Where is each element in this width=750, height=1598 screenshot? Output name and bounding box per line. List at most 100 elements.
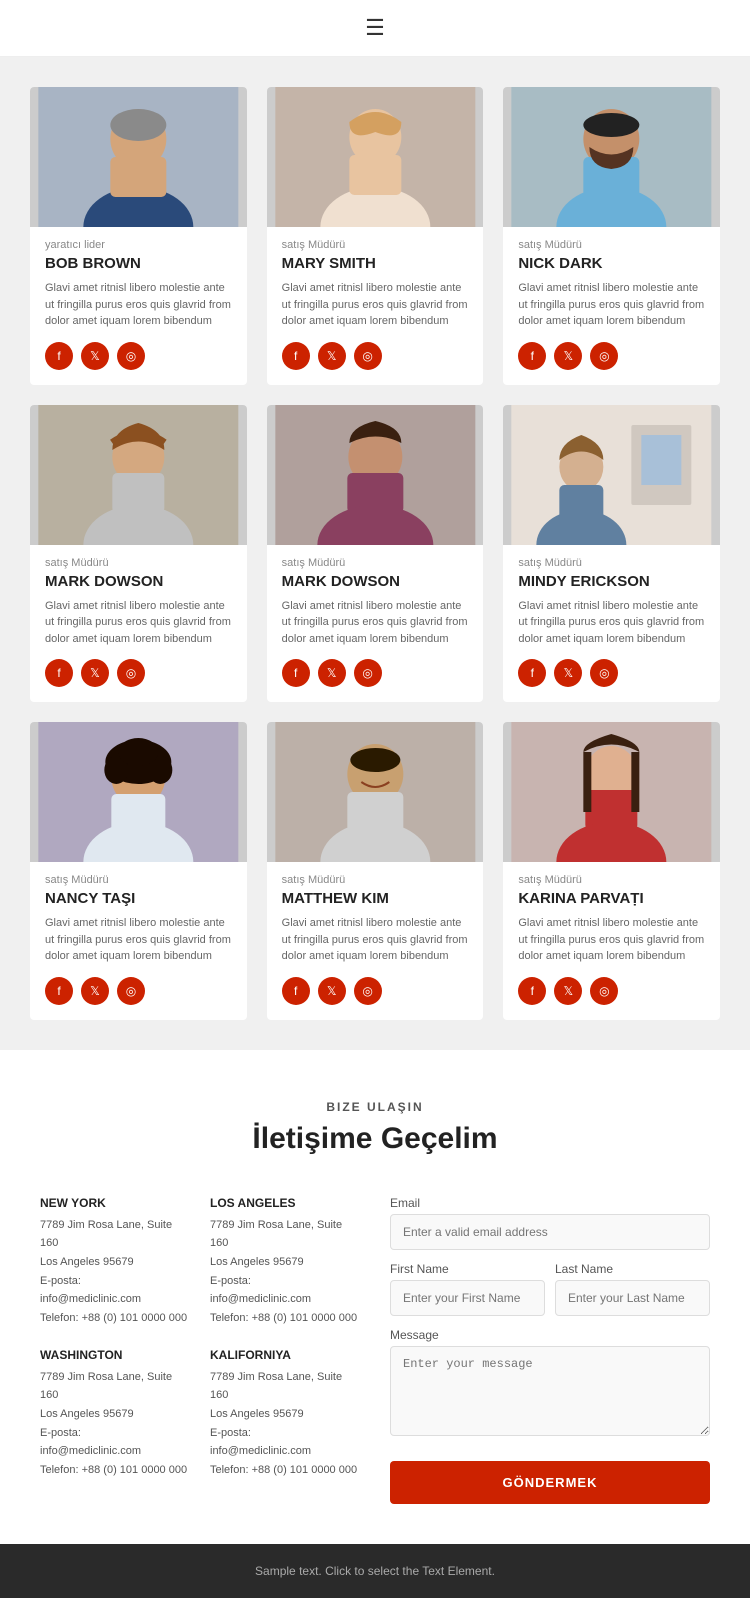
team-card-image-nancy-tasi xyxy=(30,722,247,862)
instagram-icon-nick-dark[interactable]: ◎ xyxy=(590,342,618,370)
team-role-mark-dowson-2: satış Müdürü xyxy=(282,557,469,569)
contact-content: NEW YORK 7789 Jim Rosa Lane, Suite 160Lo… xyxy=(40,1196,710,1504)
first-name-input[interactable] xyxy=(390,1280,545,1316)
team-socials-nancy-tasi: f 𝕏 ◎ xyxy=(30,977,247,1005)
facebook-icon-matthew-kim[interactable]: f xyxy=(282,977,310,1005)
team-role-karina-parvati: satış Müdürü xyxy=(518,874,705,886)
team-card-mark-dowson-1: satış Müdürü MARK DOWSON Glavi amet ritn… xyxy=(30,405,247,703)
instagram-icon-bob-brown[interactable]: ◎ xyxy=(117,342,145,370)
message-input[interactable] xyxy=(390,1346,710,1436)
team-section: yaratıcı lider BOB BROWN Glavi amet ritn… xyxy=(0,57,750,1050)
facebook-icon-mary-smith[interactable]: f xyxy=(282,342,310,370)
address-block-washington: WASHINGTON 7789 Jim Rosa Lane, Suite 160… xyxy=(40,1348,190,1480)
address-text: 7789 Jim Rosa Lane, Suite 160Los Angeles… xyxy=(40,1368,190,1480)
instagram-icon-mindy-erickson[interactable]: ◎ xyxy=(590,659,618,687)
address-city: NEW YORK xyxy=(40,1196,190,1210)
facebook-icon-mindy-erickson[interactable]: f xyxy=(518,659,546,687)
team-card-nick-dark: satış Müdürü NICK DARK Glavi amet ritnis… xyxy=(503,87,720,385)
team-desc-mary-smith: Glavi amet ritnisl libero molestie ante … xyxy=(282,280,469,330)
contact-section: BIZE ULAŞIN İletişime Geçelim NEW YORK 7… xyxy=(0,1050,750,1544)
team-card-body-bob-brown: yaratıcı lider BOB BROWN Glavi amet ritn… xyxy=(30,227,247,330)
team-name-mindy-erickson: MINDY ERICKSON xyxy=(518,573,705,590)
team-role-mindy-erickson: satış Müdürü xyxy=(518,557,705,569)
address-city: KALIFORNIYA xyxy=(210,1348,360,1362)
name-row: First Name Last Name xyxy=(390,1262,710,1316)
message-label: Message xyxy=(390,1328,710,1342)
contact-form: Email First Name Last Name Message GÖNDE… xyxy=(390,1196,710,1504)
team-name-nick-dark: NICK DARK xyxy=(518,255,705,272)
twitter-icon-karina-parvati[interactable]: 𝕏 xyxy=(554,977,582,1005)
address-block-kaliforniya: KALIFORNIYA 7789 Jim Rosa Lane, Suite 16… xyxy=(210,1348,360,1480)
team-socials-matthew-kim: f 𝕏 ◎ xyxy=(267,977,484,1005)
instagram-icon-karina-parvati[interactable]: ◎ xyxy=(590,977,618,1005)
submit-button[interactable]: GÖNDERMEK xyxy=(390,1461,710,1504)
team-card-image-bob-brown xyxy=(30,87,247,227)
instagram-icon-mark-dowson-1[interactable]: ◎ xyxy=(117,659,145,687)
team-socials-mark-dowson-1: f 𝕏 ◎ xyxy=(30,659,247,687)
instagram-icon-mary-smith[interactable]: ◎ xyxy=(354,342,382,370)
team-socials-mary-smith: f 𝕏 ◎ xyxy=(267,342,484,370)
last-name-input[interactable] xyxy=(555,1280,710,1316)
instagram-icon-matthew-kim[interactable]: ◎ xyxy=(354,977,382,1005)
team-card-image-mary-smith xyxy=(267,87,484,227)
team-desc-mark-dowson-2: Glavi amet ritnisl libero molestie ante … xyxy=(282,598,469,648)
facebook-icon-nick-dark[interactable]: f xyxy=(518,342,546,370)
twitter-icon-bob-brown[interactable]: 𝕏 xyxy=(81,342,109,370)
message-group: Message xyxy=(390,1328,710,1441)
contact-title: İletişime Geçelim xyxy=(40,1122,710,1156)
team-card-nancy-tasi: satış Müdürü NANCY TAŞI Glavi amet ritni… xyxy=(30,722,247,1020)
first-name-label: First Name xyxy=(390,1262,545,1276)
twitter-icon-mary-smith[interactable]: 𝕏 xyxy=(318,342,346,370)
email-label: Email xyxy=(390,1196,710,1210)
team-card-image-matthew-kim xyxy=(267,722,484,862)
team-card-karina-parvati: satış Müdürü KARINA PARVAṬI Glavi amet r… xyxy=(503,722,720,1020)
team-role-mary-smith: satış Müdürü xyxy=(282,239,469,251)
team-name-bob-brown: BOB BROWN xyxy=(45,255,232,272)
team-card-mark-dowson-2: satış Müdürü MARK DOWSON Glavi amet ritn… xyxy=(267,405,484,703)
twitter-icon-mindy-erickson[interactable]: 𝕏 xyxy=(554,659,582,687)
team-name-mary-smith: MARY SMITH xyxy=(282,255,469,272)
instagram-icon-mark-dowson-2[interactable]: ◎ xyxy=(354,659,382,687)
team-card-matthew-kim: satış Müdürü MATTHEW KIM Glavi amet ritn… xyxy=(267,722,484,1020)
team-desc-karina-parvati: Glavi amet ritnisl libero molestie ante … xyxy=(518,915,705,965)
team-card-body-matthew-kim: satış Müdürü MATTHEW KIM Glavi amet ritn… xyxy=(267,862,484,965)
twitter-icon-mark-dowson-2[interactable]: 𝕏 xyxy=(318,659,346,687)
team-name-matthew-kim: MATTHEW KIM xyxy=(282,890,469,907)
twitter-icon-mark-dowson-1[interactable]: 𝕏 xyxy=(81,659,109,687)
twitter-icon-matthew-kim[interactable]: 𝕏 xyxy=(318,977,346,1005)
team-desc-nick-dark: Glavi amet ritnisl libero molestie ante … xyxy=(518,280,705,330)
twitter-icon-nancy-tasi[interactable]: 𝕏 xyxy=(81,977,109,1005)
email-input[interactable] xyxy=(390,1214,710,1250)
twitter-icon-nick-dark[interactable]: 𝕏 xyxy=(554,342,582,370)
facebook-icon-mark-dowson-1[interactable]: f xyxy=(45,659,73,687)
address-grid: NEW YORK 7789 Jim Rosa Lane, Suite 160Lo… xyxy=(40,1196,360,1480)
team-socials-bob-brown: f 𝕏 ◎ xyxy=(30,342,247,370)
facebook-icon-nancy-tasi[interactable]: f xyxy=(45,977,73,1005)
team-card-body-nancy-tasi: satış Müdürü NANCY TAŞI Glavi amet ritni… xyxy=(30,862,247,965)
team-card-image-nick-dark xyxy=(503,87,720,227)
team-card-bob-brown: yaratıcı lider BOB BROWN Glavi amet ritn… xyxy=(30,87,247,385)
facebook-icon-mark-dowson-2[interactable]: f xyxy=(282,659,310,687)
team-card-image-mark-dowson-2 xyxy=(267,405,484,545)
header: ☰ xyxy=(0,0,750,57)
team-name-mark-dowson-1: MARK DOWSON xyxy=(45,573,232,590)
team-name-karina-parvati: KARINA PARVAṬI xyxy=(518,890,705,907)
facebook-icon-karina-parvati[interactable]: f xyxy=(518,977,546,1005)
address-text: 7789 Jim Rosa Lane, Suite 160Los Angeles… xyxy=(210,1368,360,1480)
team-role-mark-dowson-1: satış Müdürü xyxy=(45,557,232,569)
address-city: WASHINGTON xyxy=(40,1348,190,1362)
team-name-nancy-tasi: NANCY TAŞI xyxy=(45,890,232,907)
footer-text: Sample text. Click to select the Text El… xyxy=(255,1564,495,1578)
facebook-icon-bob-brown[interactable]: f xyxy=(45,342,73,370)
menu-icon[interactable]: ☰ xyxy=(365,15,385,41)
team-card-image-mindy-erickson xyxy=(503,405,720,545)
team-card-mindy-erickson: satış Müdürü MINDY ERICKSON Glavi amet r… xyxy=(503,405,720,703)
address-city: LOS ANGELES xyxy=(210,1196,360,1210)
last-name-label: Last Name xyxy=(555,1262,710,1276)
address-block-new-york: NEW YORK 7789 Jim Rosa Lane, Suite 160Lo… xyxy=(40,1196,190,1328)
team-name-mark-dowson-2: MARK DOWSON xyxy=(282,573,469,590)
instagram-icon-nancy-tasi[interactable]: ◎ xyxy=(117,977,145,1005)
team-role-nancy-tasi: satış Müdürü xyxy=(45,874,232,886)
team-desc-mindy-erickson: Glavi amet ritnisl libero molestie ante … xyxy=(518,598,705,648)
email-group: Email xyxy=(390,1196,710,1250)
